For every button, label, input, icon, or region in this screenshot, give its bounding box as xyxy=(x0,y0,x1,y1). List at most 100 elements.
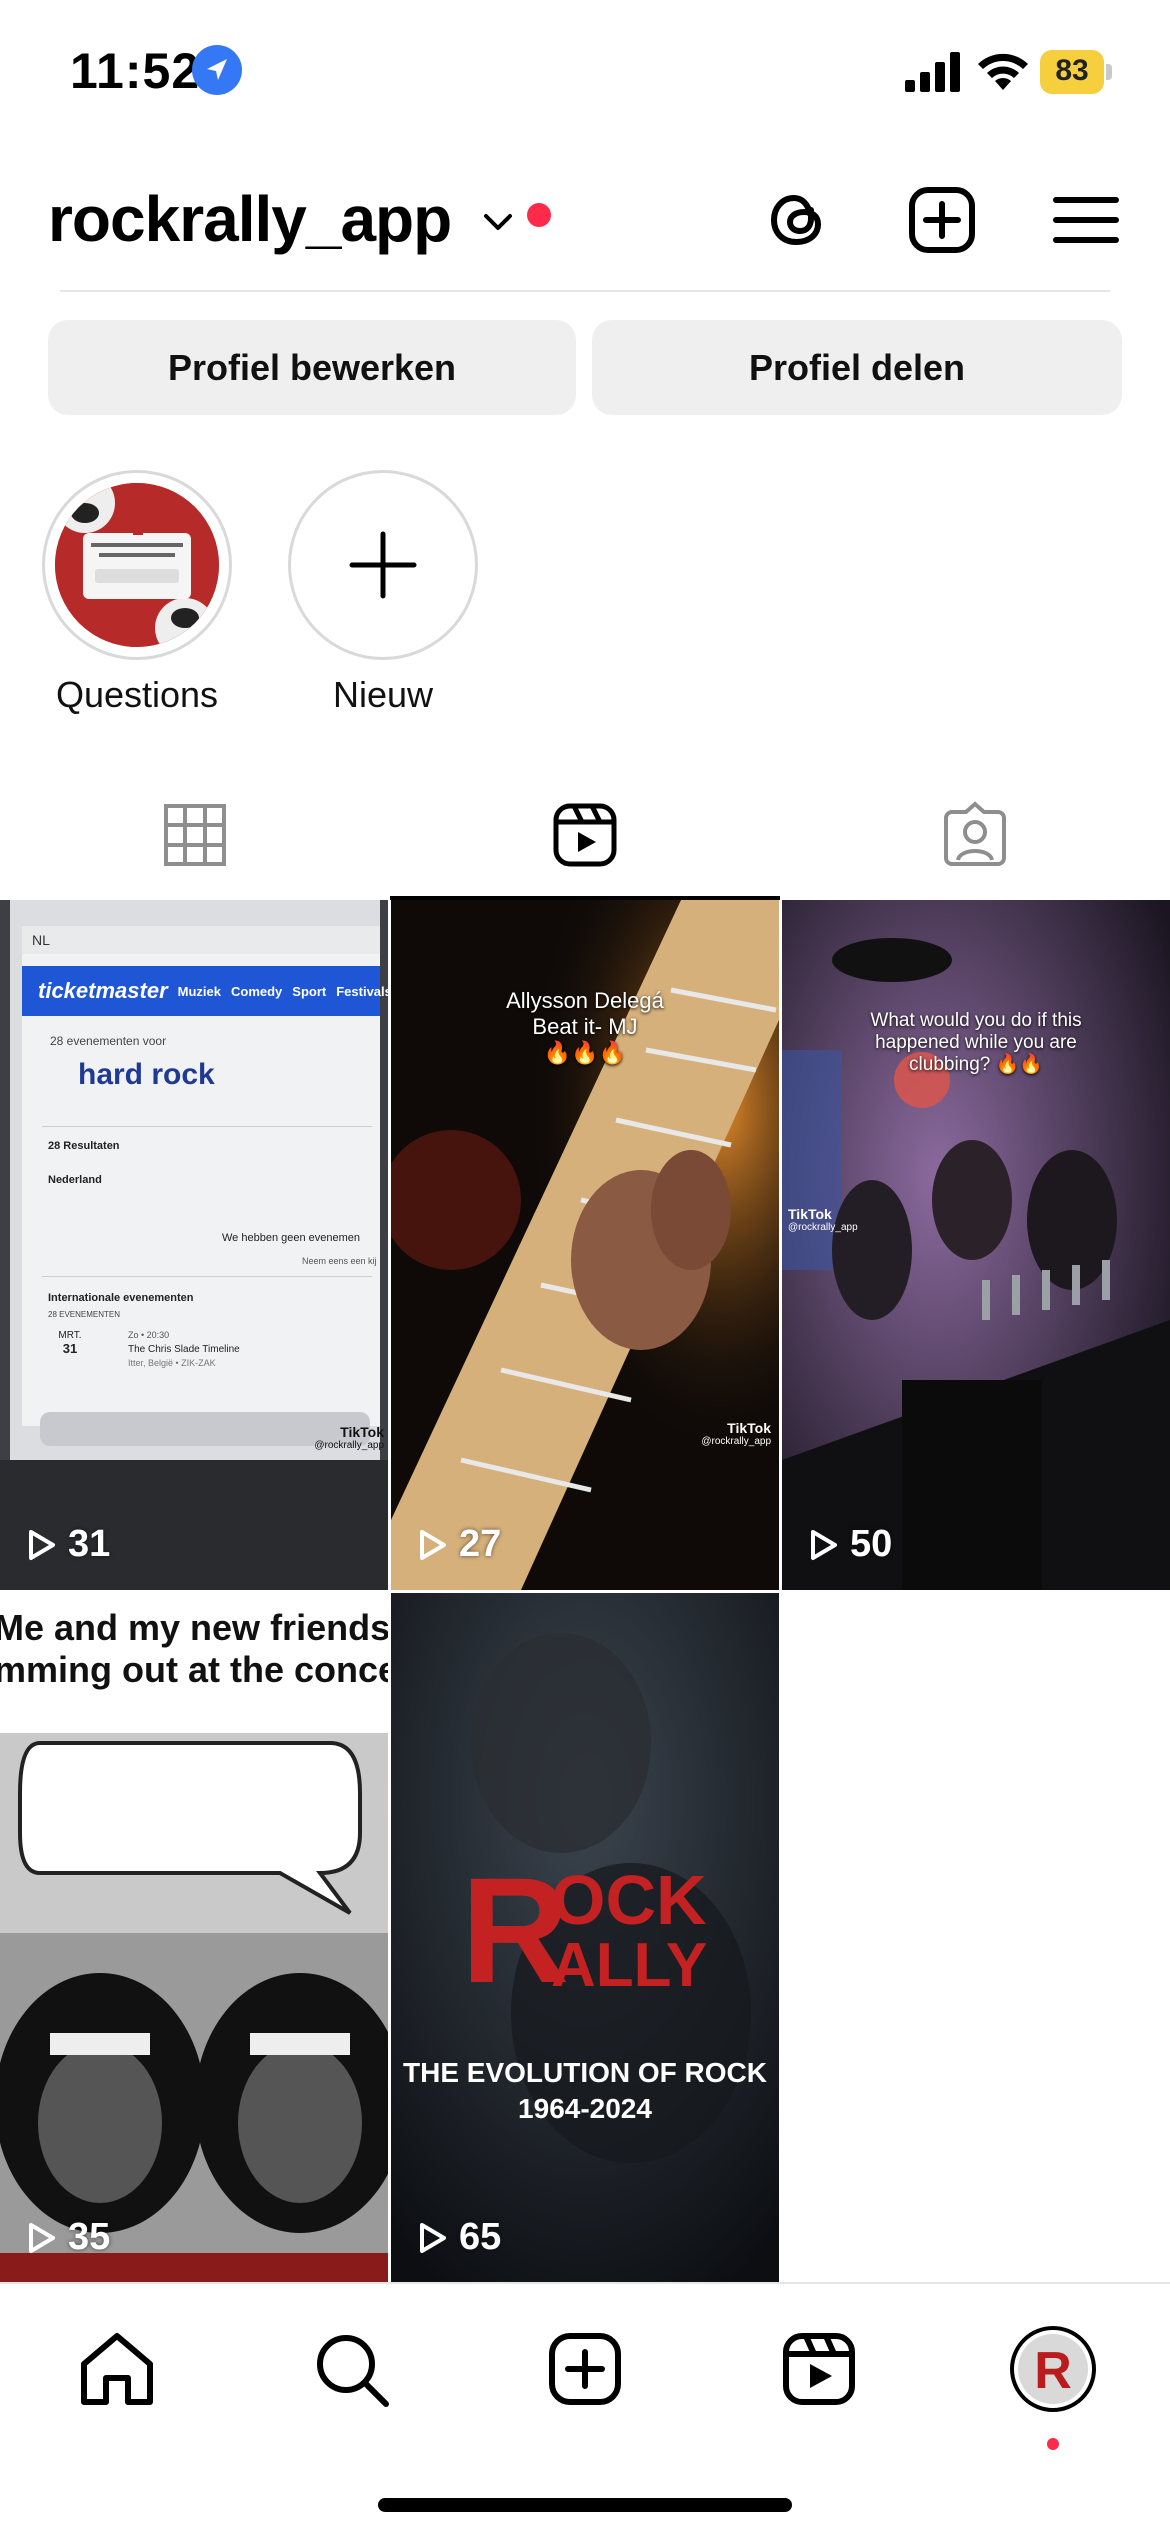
view-count-value: 27 xyxy=(459,1523,502,1565)
cellular-signal-icon xyxy=(905,52,960,92)
view-count: 50 xyxy=(806,1523,892,1566)
tiktok-handle: @rockrally_app xyxy=(788,1222,858,1233)
tiktok-brand: TikTok xyxy=(340,1424,384,1440)
result-count-label: 28 evenementen voor xyxy=(50,1034,167,1048)
intl-events-count: 28 EVENEMENTEN xyxy=(48,1310,121,1319)
play-icon xyxy=(811,1529,837,1560)
highlight-questions[interactable]: Questions xyxy=(42,470,232,716)
caption-line: Beat it- MJ xyxy=(532,1014,638,1039)
tab-tagged[interactable] xyxy=(780,780,1170,900)
tiktok-brand: TikTok xyxy=(727,1420,771,1436)
reel-tile[interactable]: NL ticketmaster Muziek Comedy Sport Fest… xyxy=(0,900,388,1590)
logo-line: ALLY xyxy=(551,1931,708,2000)
ticketmaster-navbar: ticketmaster Muziek Comedy Sport Festiva… xyxy=(22,966,388,1016)
empty-message: We hebben geen evenemen xyxy=(222,1232,361,1244)
reel-caption: Allysson Delegá Beat it- MJ 🔥🔥🔥 xyxy=(391,988,779,1066)
reel-tile[interactable]: R OCK ALLY THE EVOLUTION OF ROCK 1964-20… xyxy=(391,1593,779,2283)
event-day: 31 xyxy=(62,1341,78,1356)
tab-grid[interactable] xyxy=(0,780,390,900)
event-date: MRT. 31 xyxy=(48,1330,92,1356)
bottom-navigation: R xyxy=(0,2282,1170,2532)
tiktok-brand: TikTok xyxy=(788,1206,832,1222)
grid-icon xyxy=(164,804,226,866)
svg-text:R: R xyxy=(1034,2342,1072,2400)
edit-profile-button[interactable]: Profiel bewerken xyxy=(48,320,576,415)
event-place: Itter, België • ZIK-ZAK xyxy=(128,1358,216,1368)
view-count-value: 31 xyxy=(68,1523,111,1565)
club-scene-image xyxy=(782,900,1170,1590)
status-bar: 11:52 83 xyxy=(0,0,1170,150)
tiktok-handle: @rockrally_app xyxy=(701,1436,771,1447)
subtitle-line: THE EVOLUTION OF ROCK xyxy=(403,2057,767,2088)
subtitle-line: 1964-2024 xyxy=(518,2093,652,2124)
empty-sub: Neem eens een kij xyxy=(302,1256,377,1266)
webpage: NL ticketmaster Muziek Comedy Sport Fest… xyxy=(22,926,388,1426)
caption-line: Allysson Delegá xyxy=(506,988,664,1013)
results-label: 28 Resultaten xyxy=(48,1140,120,1152)
search-icon[interactable] xyxy=(306,2324,396,2414)
notification-dot xyxy=(527,203,551,227)
nav-item: Muziek xyxy=(177,983,221,999)
reel-caption: What would you do if this happened while… xyxy=(870,1010,1082,1075)
locale-text: NL xyxy=(22,926,380,954)
screaming-mouths-image xyxy=(0,1733,388,2283)
play-icon xyxy=(420,1529,446,1560)
view-count: 27 xyxy=(415,1523,501,1566)
create-post-icon[interactable] xyxy=(902,180,982,260)
search-query: hard rock xyxy=(78,1058,215,1091)
tiktok-watermark: TikTok @rockrally_app xyxy=(300,1424,384,1451)
ticketmaster-logo: ticketmaster xyxy=(38,978,168,1003)
nav-item: Comedy xyxy=(230,983,283,999)
play-icon xyxy=(29,2222,55,2253)
wifi-icon xyxy=(978,53,1028,90)
view-count-value: 35 xyxy=(68,2216,111,2258)
profile-tabs xyxy=(0,780,1170,900)
play-icon xyxy=(29,1529,55,1560)
logo-line: OCK xyxy=(551,1861,707,1939)
tiktok-watermark: TikTok @rockrally_app xyxy=(681,1420,771,1447)
highlight-thumbnail xyxy=(55,483,219,647)
country-label: Nederland xyxy=(48,1174,102,1186)
menu-icon[interactable] xyxy=(1046,180,1126,260)
view-count-value: 65 xyxy=(459,2216,502,2258)
nav-item: Sport xyxy=(292,983,327,999)
view-count: 31 xyxy=(24,1523,110,1566)
chevron-down-icon[interactable] xyxy=(478,202,518,242)
caption-line: mming out at the conce xyxy=(0,1649,388,1690)
reels-icon xyxy=(553,803,617,867)
profile-avatar-image: R xyxy=(1010,2326,1096,2412)
reel-tile[interactable]: What would you do if this happened while… xyxy=(782,900,1170,1590)
plus-square-icon[interactable] xyxy=(540,2324,630,2414)
meme-caption: Me and my new friends mming out at the c… xyxy=(0,1607,388,1691)
fire-emoji: 🔥🔥🔥 xyxy=(543,1040,627,1065)
profile-header: rockrally_app xyxy=(0,160,1170,280)
reel-tile[interactable]: Allysson Delegá Beat it- MJ 🔥🔥🔥 TikTok @… xyxy=(391,900,779,1590)
plus-icon xyxy=(349,531,417,599)
share-profile-button[interactable]: Profiel delen xyxy=(592,320,1122,415)
tab-reels[interactable] xyxy=(390,780,780,900)
home-indicator xyxy=(378,2498,792,2512)
header-divider xyxy=(60,290,1110,292)
event-time: Zo • 20:30 xyxy=(128,1330,170,1340)
highlight-new[interactable]: Nieuw xyxy=(288,470,478,716)
avatar[interactable]: R xyxy=(1008,2324,1098,2450)
reel-tile[interactable]: Me and my new friends mming out at the c… xyxy=(0,1593,388,2283)
battery-indicator: 83 xyxy=(1040,50,1112,94)
view-count-value: 50 xyxy=(850,1523,893,1565)
caption-line: Me and my new friends xyxy=(0,1607,388,1648)
reels-icon[interactable] xyxy=(774,2324,864,2414)
account-switcher-username[interactable]: rockrally_app xyxy=(48,182,452,256)
highlight-label: Nieuw xyxy=(332,674,434,715)
tagged-icon xyxy=(944,801,1006,866)
event-month: MRT. xyxy=(58,1330,82,1341)
view-count: 35 xyxy=(24,2216,110,2259)
tiktok-handle: @rockrally_app xyxy=(314,1440,384,1451)
notification-dot xyxy=(1047,2438,1059,2450)
highlight-label: Questions xyxy=(55,674,219,715)
status-time: 11:52 xyxy=(70,43,201,99)
play-icon xyxy=(420,2222,446,2253)
threads-icon[interactable] xyxy=(758,180,838,260)
tiktok-watermark: TikTok @rockrally_app xyxy=(788,1206,858,1233)
view-count: 65 xyxy=(415,2216,501,2259)
home-icon[interactable] xyxy=(72,2324,162,2414)
